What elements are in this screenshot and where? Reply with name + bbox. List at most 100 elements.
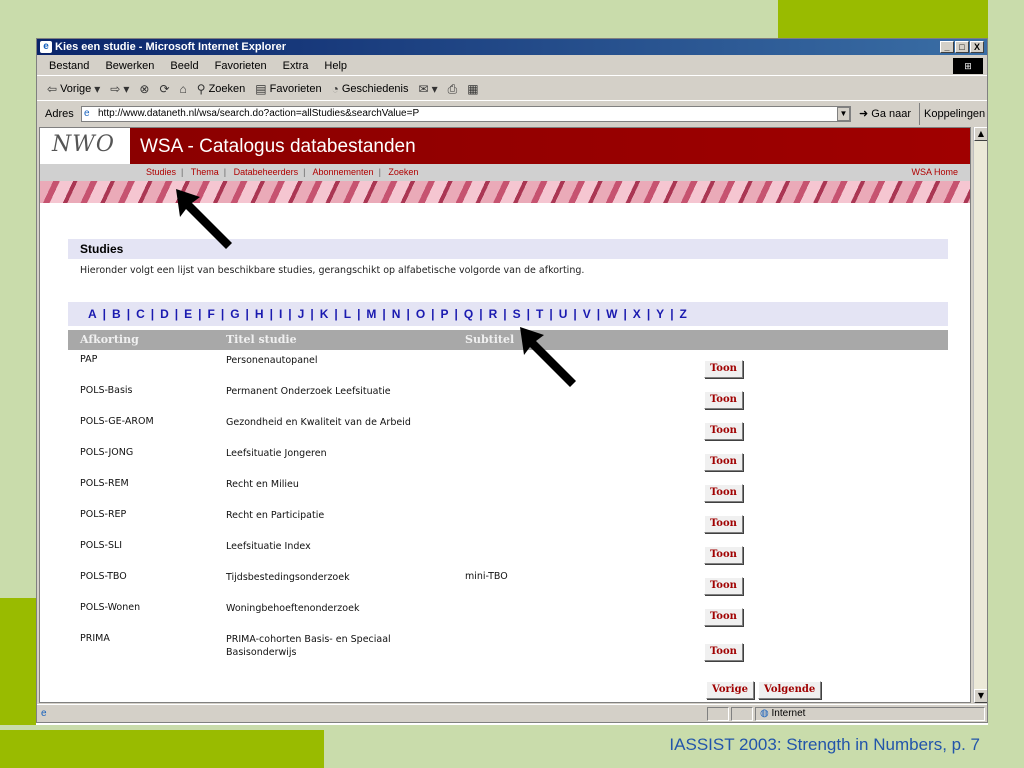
nav-thema[interactable]: Thema xyxy=(191,167,219,177)
previous-button[interactable]: Vorige xyxy=(706,681,754,699)
page-icon: e xyxy=(84,108,90,119)
site-title: WSA - Catalogus databestanden xyxy=(140,136,416,157)
alphabet-letter-j[interactable]: J xyxy=(298,302,305,326)
alphabet-letter-k[interactable]: K xyxy=(320,302,329,326)
menu-help[interactable]: Help xyxy=(324,60,347,72)
nav-studies[interactable]: Studies xyxy=(146,167,176,177)
menu-bestand[interactable]: Bestand xyxy=(49,60,89,72)
alphabet-letter-f[interactable]: F xyxy=(208,302,215,326)
toon-button[interactable]: Toon xyxy=(704,643,743,661)
nav-separator: | xyxy=(181,167,184,177)
table-header: Afkorting Titel studie Subtitel xyxy=(68,330,948,350)
alphabet-letter-b[interactable]: B xyxy=(112,302,121,326)
forward-button[interactable]: ⇨ ▾ xyxy=(110,77,129,100)
history-button[interactable]: ◔ Geschiedenis xyxy=(332,77,409,100)
alphabet-letter-r[interactable]: R xyxy=(489,302,498,326)
next-button[interactable]: Volgende xyxy=(758,681,822,699)
back-label: Vorige xyxy=(60,82,92,95)
toon-button[interactable]: Toon xyxy=(704,484,743,502)
minimize-button[interactable]: _ xyxy=(940,41,954,53)
toon-button[interactable]: Toon xyxy=(704,422,743,440)
scroll-down-arrow-icon[interactable]: ▼ xyxy=(974,689,987,703)
stop-button[interactable]: ⊗ xyxy=(139,77,149,100)
address-dropdown-button[interactable]: ▼ xyxy=(837,107,850,121)
links-button[interactable]: Koppelingen xyxy=(919,103,985,125)
cell-titel: Tijdsbestedingsonderzoek xyxy=(226,572,350,583)
vertical-scrollbar[interactable]: ▲ ▼ xyxy=(973,127,987,703)
cell-afkorting: PRIMA xyxy=(80,633,110,644)
address-input[interactable]: e http://www.dataneth.nl/wsa/search.do?a… xyxy=(81,106,851,122)
alphabet-separator: | xyxy=(334,307,338,321)
toon-button[interactable]: Toon xyxy=(704,360,743,378)
alphabet-letter-g[interactable]: G xyxy=(230,302,239,326)
alphabet-separator: | xyxy=(479,307,483,321)
alphabet-separator: | xyxy=(288,307,292,321)
alphabet-letter-z[interactable]: Z xyxy=(680,302,687,326)
alphabet-letter-l[interactable]: L xyxy=(344,302,351,326)
nav-abonnementen[interactable]: Abonnementen xyxy=(313,167,374,177)
alphabet-separator: | xyxy=(102,307,107,321)
go-arrow-icon: ➜ xyxy=(859,108,869,120)
table-row: PRIMA PRIMA-cohorten Basis- en Speciaal B… xyxy=(68,633,948,664)
alphabet-letter-c[interactable]: C xyxy=(136,302,145,326)
home-button[interactable]: ⌂ xyxy=(180,77,187,100)
alphabet-letter-v[interactable]: V xyxy=(583,302,591,326)
alphabet-index: A | B | C | D | E | F | G | H | I | J | K | L | M | N | O | P | Q | R | S | T |… xyxy=(68,302,948,326)
menu-extra[interactable]: Extra xyxy=(283,60,309,72)
alphabet-letter-h[interactable]: H xyxy=(255,302,264,326)
toon-button[interactable]: Toon xyxy=(704,453,743,471)
alphabet-letter-i[interactable]: I xyxy=(279,302,282,326)
cell-afkorting: PAP xyxy=(80,354,98,365)
alphabet-separator: | xyxy=(220,307,225,321)
alphabet-separator: | xyxy=(596,307,601,321)
search-button[interactable]: ⚲ Zoeken xyxy=(197,77,246,100)
menu-bewerken[interactable]: Bewerken xyxy=(105,60,154,72)
nav-separator: | xyxy=(378,167,381,177)
toon-button[interactable]: Toon xyxy=(704,577,743,595)
table-row: POLS-JONG Leefsituatie Jongeren Toon xyxy=(68,447,948,478)
refresh-button[interactable]: ⟳ xyxy=(159,77,169,100)
cell-afkorting: POLS-TBO xyxy=(80,571,127,582)
close-button[interactable]: X xyxy=(970,41,984,53)
go-button[interactable]: ➜ Ga naar xyxy=(859,103,911,125)
alphabet-letter-w[interactable]: W xyxy=(606,302,617,326)
alphabet-letter-a[interactable]: A xyxy=(88,302,97,326)
alphabet-letter-x[interactable]: X xyxy=(633,302,641,326)
alphabet-letter-n[interactable]: N xyxy=(392,302,401,326)
alphabet-letter-e[interactable]: E xyxy=(184,302,192,326)
back-button[interactable]: ⇦ Vorige ▾ xyxy=(47,77,100,100)
mail-icon: ✉ xyxy=(418,81,429,96)
alphabet-letter-y[interactable]: Y xyxy=(656,302,664,326)
nav-databeheerders[interactable]: Databeheerders xyxy=(234,167,299,177)
menu-favorieten[interactable]: Favorieten xyxy=(215,60,267,72)
mail-button[interactable]: ✉ ▾ xyxy=(419,77,438,100)
site-header: NWO WSA - Catalogus databestanden xyxy=(40,128,970,164)
nav-separator: | xyxy=(303,167,306,177)
cell-titel: Leefsituatie Index xyxy=(226,541,311,552)
alphabet-separator: | xyxy=(150,307,155,321)
header-subtitel: Subtitel xyxy=(465,333,515,346)
maximize-button[interactable]: □ xyxy=(955,41,969,53)
cell-afkorting: POLS-GE-AROM xyxy=(80,416,154,427)
slide-caption: IASSIST 2003: Strength in Numbers, p. 7 xyxy=(669,735,980,754)
nav-wsa-home[interactable]: WSA Home xyxy=(911,164,958,181)
alphabet-letter-m[interactable]: M xyxy=(366,302,376,326)
nav-zoeken[interactable]: Zoeken xyxy=(388,167,418,177)
menu-beeld[interactable]: Beeld xyxy=(170,60,198,72)
alphabet-separator: | xyxy=(406,307,410,321)
search-label: Zoeken xyxy=(208,82,246,95)
alphabet-letter-d[interactable]: D xyxy=(160,302,169,326)
toon-button[interactable]: Toon xyxy=(704,546,743,564)
alphabet-letter-p[interactable]: P xyxy=(441,302,449,326)
toon-button[interactable]: Toon xyxy=(704,608,743,626)
scroll-up-arrow-icon[interactable]: ▲ xyxy=(974,127,987,141)
alphabet-letter-o[interactable]: O xyxy=(416,302,425,326)
edit-button[interactable]: ▦ xyxy=(467,77,478,100)
toon-button[interactable]: Toon xyxy=(704,515,743,533)
alphabet-letter-q[interactable]: Q xyxy=(464,302,473,326)
cell-afkorting: POLS-SLI xyxy=(80,540,123,551)
alphabet-separator: | xyxy=(573,307,577,321)
print-button[interactable]: ⎙ xyxy=(448,77,458,100)
toon-button[interactable]: Toon xyxy=(704,391,743,409)
favorites-button[interactable]: ▤ Favorieten xyxy=(255,77,321,100)
